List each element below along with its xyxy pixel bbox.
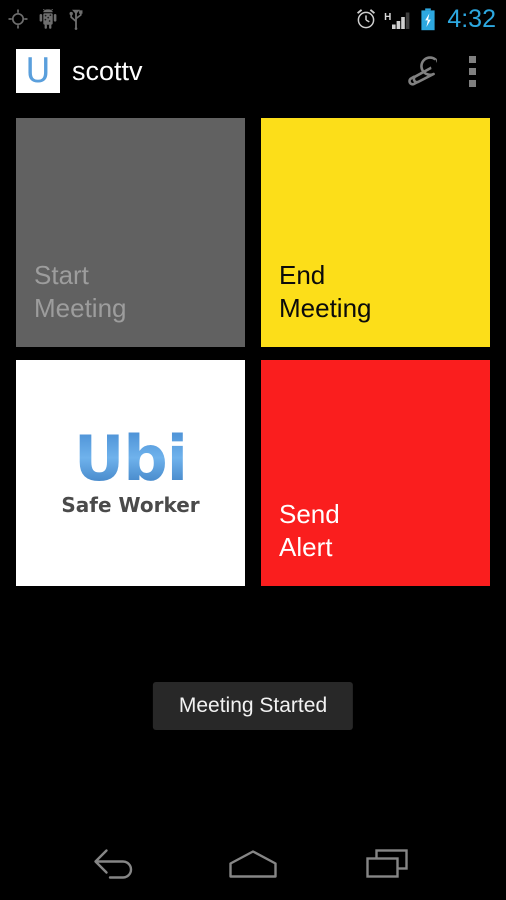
home-button[interactable] xyxy=(210,834,296,894)
action-bar: U scottv xyxy=(0,38,506,104)
ubi-logo-wordmark: Ubi xyxy=(74,422,188,495)
gps-location-icon xyxy=(8,9,28,29)
ubi-logo-tile: Ubi Safe Worker xyxy=(16,360,245,586)
ubi-logo-subtitle: Safe Worker xyxy=(61,493,200,517)
ubi-logo: Ubi Safe Worker xyxy=(61,422,200,518)
network-type-label: H xyxy=(384,12,392,23)
alarm-clock-icon xyxy=(357,9,376,29)
recent-apps-icon xyxy=(365,849,408,878)
network-indicator: H xyxy=(384,8,413,30)
wrench-icon xyxy=(408,56,438,86)
send-alert-tile[interactable]: Send Alert xyxy=(261,360,490,586)
toast-notification: Meeting Started xyxy=(152,682,354,730)
app-icon: U xyxy=(16,49,60,93)
android-debug-icon xyxy=(39,9,57,29)
toast-message: Meeting Started xyxy=(178,694,328,717)
app-title: scottv xyxy=(72,55,143,86)
status-bar-left-icons xyxy=(8,9,84,30)
back-arrow-icon xyxy=(94,849,133,879)
end-meeting-tile[interactable]: End Meeting xyxy=(261,118,490,347)
status-bar-right-icons: H 4:32 xyxy=(355,4,496,33)
phone-screen: H 4:32 U scottv Start Meeting End Meetin… xyxy=(0,0,506,900)
recent-apps-button[interactable] xyxy=(347,834,433,894)
status-bar: H 4:32 xyxy=(0,0,506,38)
signal-bars-icon xyxy=(392,12,410,29)
navigation-bar xyxy=(0,828,506,900)
start-meeting-label: Start Meeting xyxy=(34,260,127,323)
status-bar-clock: 4:32 xyxy=(447,4,496,33)
action-bar-actions xyxy=(396,43,492,99)
app-icon-letter: U xyxy=(25,51,51,91)
send-alert-label: Send Alert xyxy=(279,499,340,562)
home-icon xyxy=(229,850,277,878)
overflow-menu-button[interactable] xyxy=(452,43,492,99)
overflow-menu-icon xyxy=(468,55,476,87)
settings-button[interactable] xyxy=(396,43,452,99)
usb-icon xyxy=(69,9,83,30)
battery-charging-icon xyxy=(421,7,435,30)
start-meeting-tile[interactable]: Start Meeting xyxy=(16,118,245,347)
back-button[interactable] xyxy=(73,834,159,894)
end-meeting-label: End Meeting xyxy=(279,260,372,323)
tile-grid: Start Meeting End Meeting Ubi Safe Worke… xyxy=(16,118,490,586)
